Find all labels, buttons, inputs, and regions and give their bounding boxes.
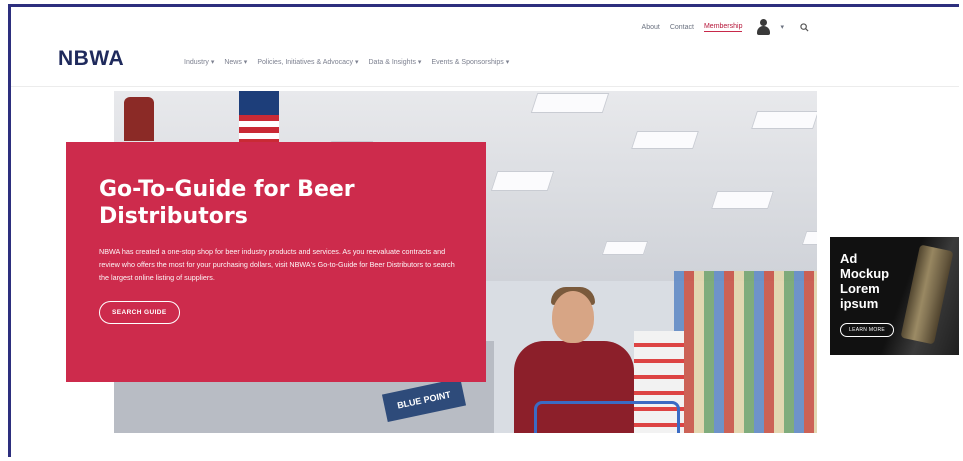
- product-shelves: [674, 271, 817, 433]
- account-avatar-icon[interactable]: [756, 19, 771, 35]
- search-guide-button[interactable]: SEARCH GUIDE: [99, 301, 180, 324]
- decor-lamp: [124, 97, 154, 141]
- hero-description: NBWA has created a one-stop shop for bee…: [99, 247, 455, 282]
- ceiling-light: [711, 191, 774, 209]
- ad-banner[interactable]: Ad Mockup Lorem ipsum LEARN MORE: [830, 237, 959, 355]
- ad-line-3: Lorem: [840, 281, 880, 296]
- ceiling-light: [751, 111, 817, 129]
- header-divider: [11, 86, 959, 87]
- nav-item-industry[interactable]: Industry ▾: [184, 58, 214, 66]
- ceiling-light: [490, 171, 555, 191]
- nav-item-data-insights[interactable]: Data & Insights ▾: [369, 58, 422, 66]
- nav-item-events[interactable]: Events & Sponsorships ▾: [431, 58, 509, 66]
- membership-link[interactable]: Membership: [703, 23, 743, 32]
- ad-line-2: Mockup: [840, 266, 890, 281]
- site-logo[interactable]: NBWA: [58, 47, 124, 71]
- person-face: [552, 291, 594, 343]
- main-nav: Industry ▾ News ▾ Policies, Initiatives …: [184, 58, 509, 66]
- ceiling-light: [530, 93, 610, 113]
- chevron-down-icon[interactable]: ▾: [780, 23, 784, 31]
- feature-card: Go-To-Guide for Beer Distributors NBWA h…: [66, 142, 486, 382]
- hero-title: Go-To-Guide for Beer Distributors: [99, 177, 355, 229]
- ceiling-light: [601, 241, 649, 255]
- ad-line-4: ipsum: [840, 296, 879, 311]
- utility-nav: About Contact Membership ▾: [642, 19, 809, 35]
- about-link[interactable]: About: [642, 24, 660, 31]
- nav-item-news[interactable]: News ▾: [224, 58, 247, 66]
- nav-item-policies[interactable]: Policies, Initiatives & Advocacy ▾: [257, 58, 358, 66]
- ceiling-light: [631, 131, 699, 149]
- shopping-cart: [534, 401, 680, 433]
- learn-more-button[interactable]: LEARN MORE: [840, 323, 895, 337]
- search-icon[interactable]: [800, 22, 809, 32]
- browser-viewport: About Contact Membership ▾ NBWA Industry…: [8, 4, 959, 457]
- contact-link[interactable]: Contact: [670, 24, 694, 31]
- ad-line-1: Ad: [840, 251, 858, 266]
